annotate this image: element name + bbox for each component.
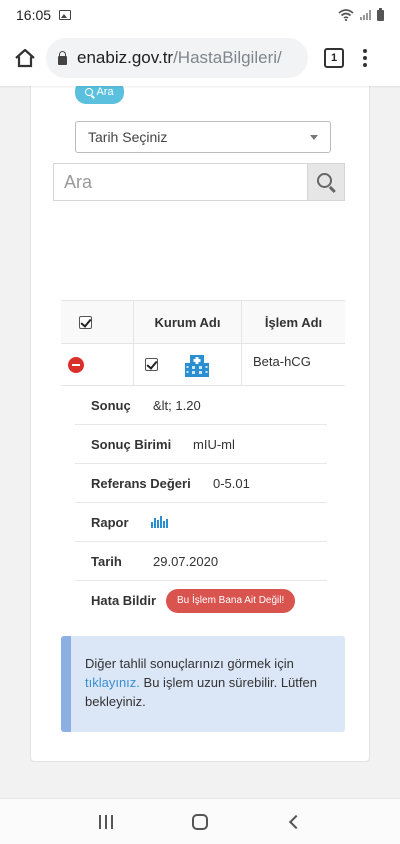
tarih-value: 29.07.2020 — [153, 553, 219, 569]
browser-toolbar: enabiz.gov.tr/HastaBilgileri/ 1 — [0, 30, 400, 86]
hospital-icon — [185, 354, 209, 377]
search-bar: Ara — [53, 163, 345, 201]
url-path: /HastaBilgileri/ — [173, 48, 282, 67]
referans-label: Referans Değeri — [91, 475, 191, 491]
detail-birim: Sonuç Birimi mIU-ml — [75, 425, 327, 464]
birim-value: mIU-ml — [193, 436, 235, 452]
select-all-header — [61, 301, 134, 343]
detail-referans: Referans Değeri 0-5.01 — [75, 464, 327, 503]
row-kurum-cell — [134, 344, 242, 385]
wifi-icon — [338, 9, 354, 21]
row-checkbox[interactable] — [145, 358, 158, 371]
date-select[interactable]: Tarih Seçiniz — [75, 121, 331, 153]
home-button[interactable] — [10, 43, 40, 73]
search-input[interactable]: Ara — [53, 163, 307, 201]
status-bar: 16:05 — [0, 0, 400, 30]
results-table: Kurum Adı İşlem Adı Beta-hCG Sonuç &lt; … — [61, 300, 345, 620]
url-host: enabiz.gov.tr — [77, 48, 174, 67]
table-header: Kurum Adı İşlem Adı — [61, 300, 345, 344]
lock-icon — [58, 50, 67, 65]
detail-panel: Sonuç &lt; 1.20 Sonuç Birimi mIU-ml Refe… — [61, 386, 345, 620]
search-icon — [85, 88, 94, 96]
minus-circle-icon[interactable] — [68, 356, 84, 373]
header-kurum-adi: Kurum Adı — [134, 301, 242, 343]
search-icon — [317, 173, 332, 188]
back-icon[interactable] — [288, 814, 303, 829]
hata-label: Hata Bildir — [91, 593, 157, 608]
caret-down-icon — [310, 134, 318, 140]
alert-text-before: Diğer tahlil sonuçlarınızı görmek için — [85, 656, 294, 671]
image-icon — [59, 10, 72, 20]
referans-value: 0-5.01 — [213, 475, 250, 491]
detail-hata: Hata Bildir Bu İşlem Bana Ait Değil! — [75, 581, 327, 620]
ara-button-label: Ara — [96, 86, 114, 98]
tarih-label: Tarih — [91, 553, 122, 569]
header-islem-adi: İşlem Adı — [264, 314, 323, 330]
recent-apps-icon[interactable] — [99, 814, 114, 829]
select-all-checkbox[interactable] — [79, 315, 92, 329]
url-bar[interactable]: enabiz.gov.tr/HastaBilgileri/ — [46, 38, 308, 78]
system-nav-bar — [0, 798, 400, 844]
battery-icon — [377, 7, 384, 21]
sonuc-label: Sonuç — [91, 397, 131, 413]
tab-switcher-button[interactable]: 1 — [324, 48, 344, 68]
home-circle-icon[interactable] — [191, 813, 208, 830]
date-select-value: Tarih Seçiniz — [88, 129, 168, 145]
detail-sonuc: Sonuç &lt; 1.20 — [75, 386, 327, 425]
alert-link[interactable]: tıklayınız. — [85, 675, 140, 690]
rapor-label: Rapor — [91, 514, 129, 530]
table-row: Beta-hCG — [61, 344, 345, 386]
info-alert: Diğer tahlil sonuçlarınızı görmek için t… — [61, 636, 345, 732]
detail-rapor: Rapor — [75, 503, 327, 542]
search-button[interactable] — [307, 163, 345, 201]
signal-icon — [360, 10, 371, 20]
birim-label: Sonuç Birimi — [91, 436, 172, 452]
sonuc-value: &lt; 1.20 — [153, 397, 201, 413]
row-islem-adi: Beta-hCG — [253, 354, 311, 369]
report-error-button[interactable]: Bu İşlem Bana Ait Değil! — [166, 588, 296, 613]
home-icon — [15, 48, 35, 68]
row-toggle-cell — [61, 344, 134, 385]
detail-tarih: Tarih 29.07.2020 — [75, 542, 327, 581]
bar-chart-icon[interactable] — [151, 516, 168, 528]
menu-dots-icon[interactable] — [362, 49, 368, 67]
status-time: 16:05 — [16, 7, 52, 23]
